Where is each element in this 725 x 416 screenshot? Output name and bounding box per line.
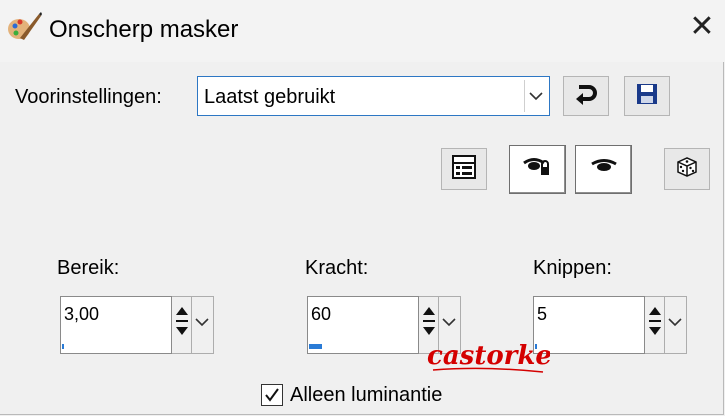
radius-level-bar[interactable] [62, 344, 64, 349]
dice-icon [675, 155, 699, 184]
presets-label: Voorinstellingen: [15, 86, 162, 108]
presets-dropdown[interactable]: Laatst gebruikt [197, 76, 550, 116]
watermark-logo: castorke [425, 330, 552, 385]
randomize-button[interactable] [664, 148, 710, 190]
strength-value: 60 [311, 304, 332, 324]
eye-proof-icon [589, 157, 619, 182]
save-preset-button[interactable] [624, 76, 670, 116]
window-title: Onscherp masker [49, 16, 239, 43]
chevron-down-icon [195, 318, 209, 327]
radius-spin-arrows[interactable] [172, 296, 192, 354]
eye-auto-proof-icon [521, 155, 555, 184]
radius-spinbox: 3,00 [60, 296, 214, 356]
checkmark-icon [265, 388, 279, 402]
radius-label: Bereik: [57, 257, 120, 279]
strength-label: Kracht: [305, 257, 369, 279]
spin-up-down-icon [649, 307, 661, 335]
clip-spin-arrows[interactable] [645, 296, 665, 354]
radius-dropdown[interactable] [192, 296, 214, 354]
undo-arrow-icon [573, 81, 599, 112]
clip-label: Knippen: [533, 257, 612, 279]
close-button[interactable]: ✕ [684, 12, 720, 46]
svg-text:castorke: castorke [427, 341, 550, 371]
reset-button[interactable] [563, 76, 609, 116]
proof-button[interactable] [575, 145, 632, 194]
paint-brush-icon [6, 10, 42, 44]
unsharp-mask-dialog: Onscherp masker ✕ Voorinstellingen: Laat… [0, 0, 725, 415]
clip-dropdown[interactable] [665, 296, 687, 354]
clip-spinbox: 5 [533, 296, 687, 356]
layout-panel-icon [451, 154, 477, 185]
presets-selected-value: Laatst gebruikt [204, 86, 336, 108]
spin-up-down-icon [176, 307, 188, 335]
radius-value: 3,00 [64, 304, 100, 324]
luminance-only-checkbox[interactable] [261, 384, 283, 406]
luminance-only-label[interactable]: Alleen luminantie [290, 384, 442, 407]
clip-value: 5 [537, 304, 548, 324]
title-bar: Onscherp masker ✕ [0, 0, 725, 62]
chevron-down-icon [668, 318, 682, 327]
strength-level-bar[interactable] [309, 344, 322, 349]
layout-toggle-button[interactable] [441, 148, 487, 190]
floppy-disk-icon [636, 83, 658, 110]
auto-proof-button[interactable] [509, 145, 566, 194]
chevron-down-icon[interactable] [524, 80, 547, 112]
